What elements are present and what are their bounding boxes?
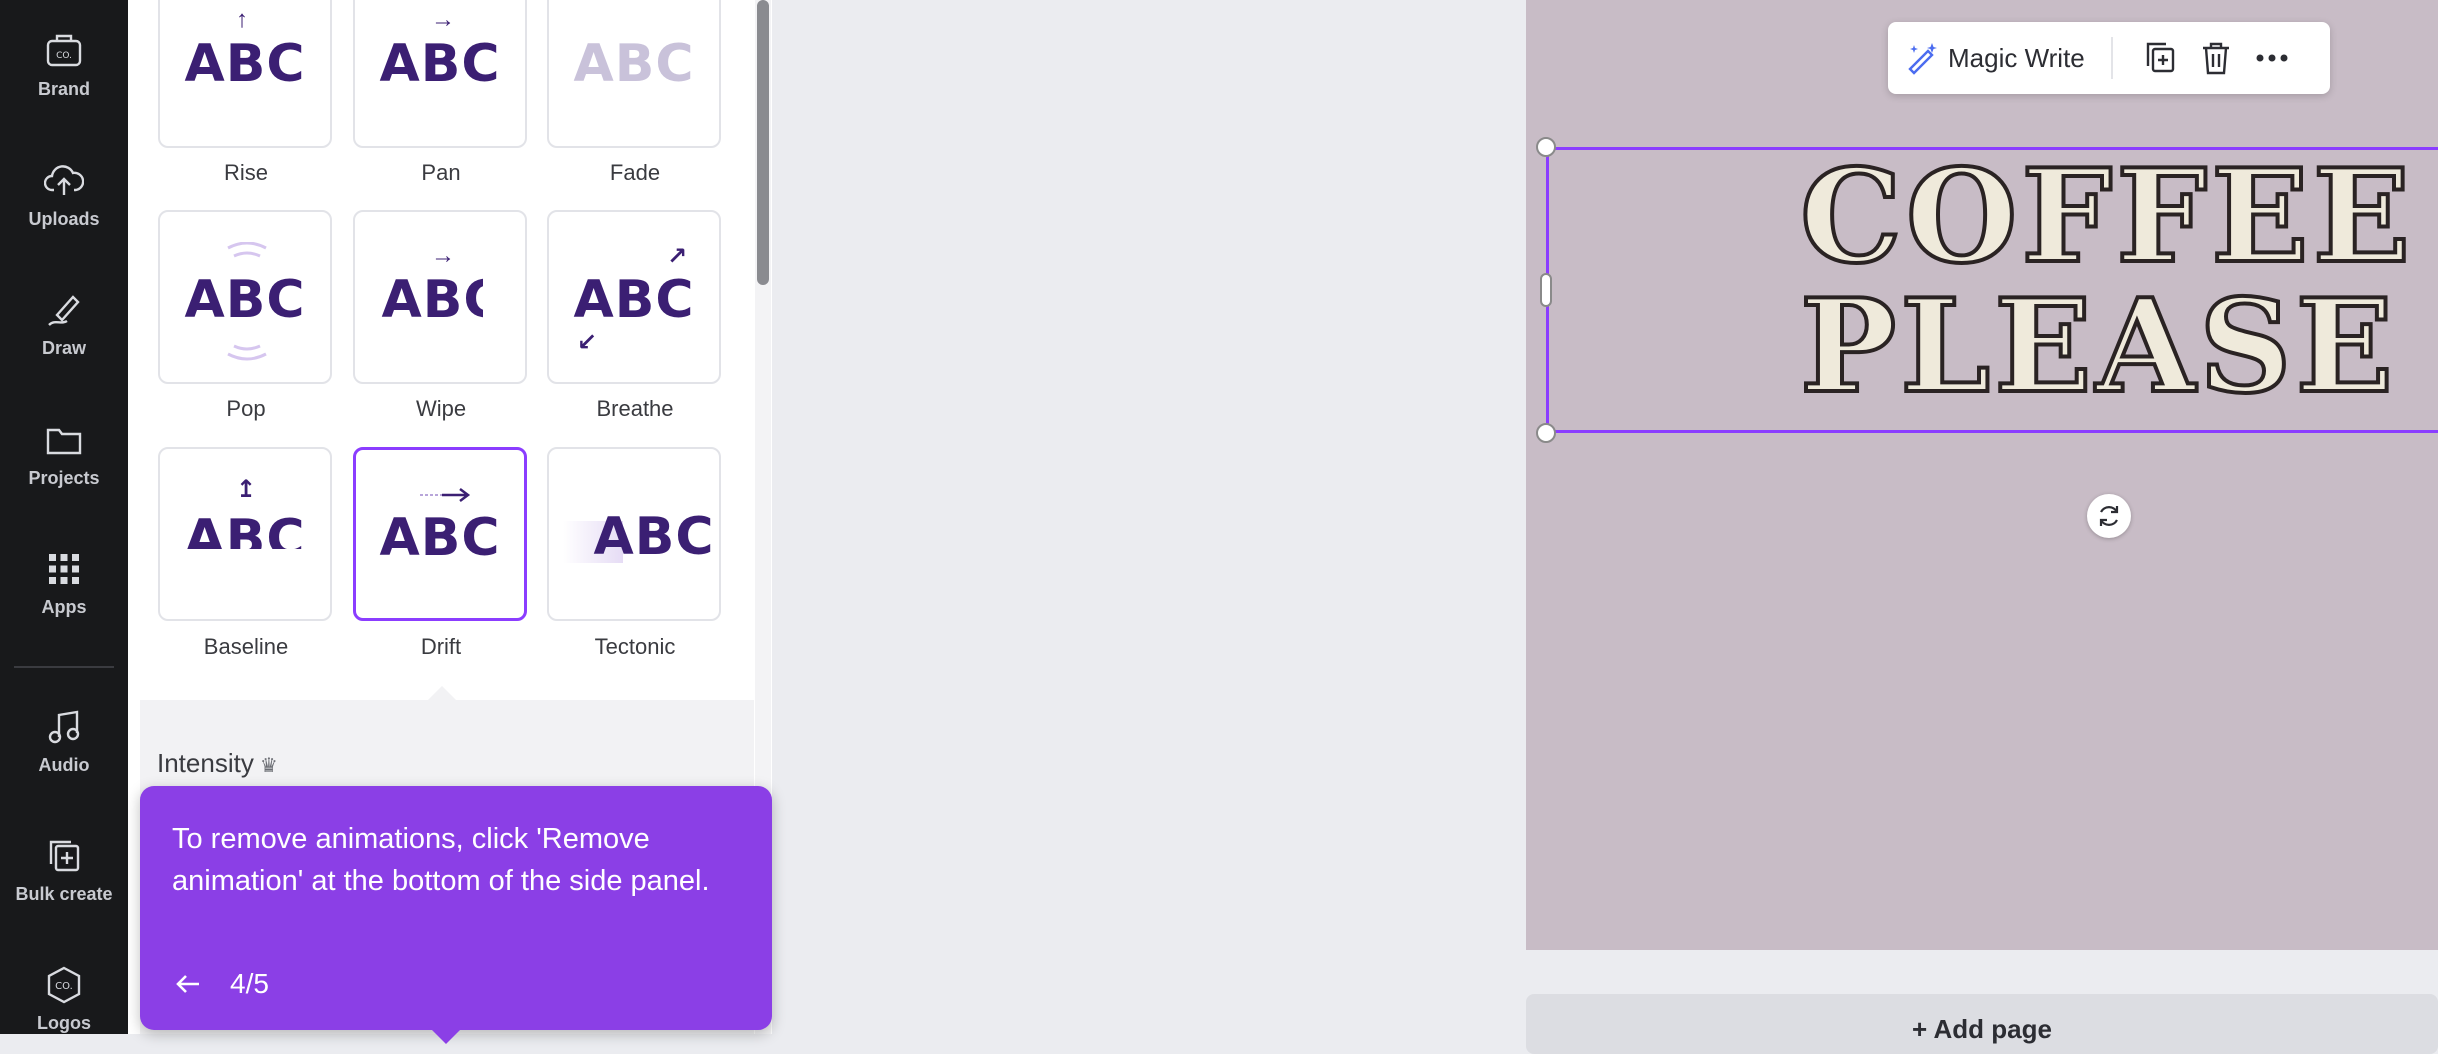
animation-card-tectonic[interactable]: ABC bbox=[547, 447, 721, 621]
brand-kit-icon: CO. bbox=[44, 31, 84, 71]
selection-notch bbox=[428, 686, 456, 700]
toolbar-divider bbox=[2110, 37, 2113, 79]
rail-label: Apps bbox=[41, 596, 87, 617]
animation-preview-text: ABC bbox=[379, 34, 501, 94]
arrow-up-bar-icon: ↥ bbox=[236, 476, 257, 503]
onboarding-tooltip: To remove animations, click 'Remove anim… bbox=[140, 786, 772, 1044]
magic-write-label: Magic Write bbox=[1948, 42, 2085, 73]
arrow-right-icon: → bbox=[431, 242, 455, 269]
pen-draw-icon bbox=[44, 290, 84, 330]
rail-item-bulk-create[interactable]: Bulk create bbox=[0, 815, 128, 925]
rail-item-apps[interactable]: Apps bbox=[0, 528, 128, 638]
bulk-create-icon bbox=[44, 836, 84, 876]
magic-write-button[interactable]: Magic Write bbox=[1904, 41, 2085, 75]
animation-label-fade: Fade bbox=[609, 160, 661, 185]
arrow-diagonal-in-icon: ↙ bbox=[577, 329, 598, 356]
left-nav-rail: CO. Brand Uploads Draw Projects Apps Aud… bbox=[0, 0, 128, 1034]
tooltip-footer: 4/5 bbox=[172, 968, 269, 1000]
animation-card-baseline[interactable]: ↥ ABC bbox=[158, 447, 332, 621]
rail-label: Bulk create bbox=[15, 883, 113, 904]
more-dots-icon bbox=[2256, 54, 2288, 62]
animation-label-wipe: Wipe bbox=[415, 396, 467, 421]
crown-pro-icon: ♛ bbox=[259, 755, 278, 777]
arrow-diagonal-out-icon: ↗ bbox=[667, 243, 688, 270]
tooltip-back-button[interactable] bbox=[172, 968, 204, 1000]
rail-item-logos[interactable]: CO. Logos bbox=[0, 944, 128, 1054]
intensity-label: Intensity bbox=[157, 748, 254, 778]
rail-item-brand[interactable]: CO. Brand bbox=[0, 10, 128, 120]
element-context-toolbar: Magic Write bbox=[1888, 22, 2330, 94]
animation-card-fade[interactable]: ABC bbox=[547, 0, 721, 148]
tooltip-tail bbox=[430, 1028, 462, 1044]
music-note-icon bbox=[44, 707, 84, 747]
animation-label-baseline: Baseline bbox=[203, 634, 289, 659]
animation-preview-text: ABC bbox=[184, 270, 306, 330]
rail-label: Audio bbox=[38, 754, 90, 775]
logo-badge-icon: CO. bbox=[44, 965, 84, 1005]
resize-handle-left[interactable] bbox=[1540, 273, 1552, 307]
rotate-icon bbox=[2099, 506, 2119, 526]
rail-label: Brand bbox=[37, 78, 90, 99]
rail-item-uploads[interactable]: Uploads bbox=[0, 140, 128, 250]
svg-text:CO.: CO. bbox=[56, 51, 72, 61]
tooltip-text: To remove animations, click 'Remove anim… bbox=[172, 823, 710, 897]
rail-label: Logos bbox=[37, 1012, 91, 1033]
animation-card-pan[interactable]: → ABC bbox=[353, 0, 527, 148]
animation-preview-text: ABC bbox=[593, 507, 715, 567]
animation-preview-text: ABC bbox=[379, 508, 501, 568]
baseline-clip: ABC bbox=[160, 509, 330, 549]
rotate-button[interactable] bbox=[2087, 494, 2131, 538]
svg-text:CO.: CO. bbox=[55, 981, 73, 992]
drift-arrow-icon bbox=[420, 488, 471, 502]
animation-card-wipe[interactable]: → ABC bbox=[353, 210, 527, 384]
cloud-upload-icon bbox=[44, 161, 84, 201]
animation-preview-text: ABC bbox=[184, 34, 306, 94]
rail-item-draw[interactable]: Draw bbox=[0, 269, 128, 379]
animation-card-drift[interactable]: ABC bbox=[353, 447, 527, 621]
animation-preview-text: ABC bbox=[573, 34, 695, 94]
arrow-left-icon bbox=[176, 975, 199, 993]
animation-preview-text: ABC bbox=[573, 270, 695, 330]
rail-item-audio[interactable]: Audio bbox=[0, 686, 128, 796]
animation-preview-text: ABC bbox=[381, 270, 483, 330]
resize-handle-top-left[interactable] bbox=[1536, 137, 1556, 157]
folder-icon bbox=[44, 420, 84, 460]
tooltip-step-counter: 4/5 bbox=[230, 968, 269, 999]
animation-label-pan: Pan bbox=[421, 160, 461, 185]
animation-card-breathe[interactable]: ↗ ABC ↙ bbox=[547, 210, 721, 384]
trash-icon bbox=[2202, 42, 2229, 75]
rail-label: Draw bbox=[41, 337, 86, 358]
rail-label: Projects bbox=[28, 467, 100, 488]
animation-card-pop[interactable]: ABC bbox=[158, 210, 332, 384]
add-page-button[interactable]: + Add page bbox=[1526, 994, 2438, 1054]
intensity-heading: Intensity ♛ bbox=[157, 748, 278, 779]
wipe-clip: ABC bbox=[355, 270, 483, 330]
rail-item-projects[interactable]: Projects bbox=[0, 399, 128, 509]
arrow-up-icon: ↑ bbox=[236, 6, 248, 33]
resize-handle-bottom-left[interactable] bbox=[1536, 423, 1556, 443]
duplicate-icon bbox=[2146, 42, 2174, 73]
selection-box bbox=[1546, 147, 2438, 433]
delete-button[interactable] bbox=[2193, 35, 2239, 81]
rail-divider bbox=[14, 666, 114, 668]
animation-label-drift: Drift bbox=[420, 634, 462, 659]
more-options-button[interactable] bbox=[2249, 35, 2295, 81]
animation-card-rise[interactable]: ↑ ABC bbox=[158, 0, 332, 148]
magic-wand-icon bbox=[1908, 43, 1937, 75]
arrow-right-icon: → bbox=[431, 6, 455, 33]
animation-label-rise: Rise bbox=[223, 160, 268, 185]
animation-label-pop: Pop bbox=[226, 396, 266, 421]
duplicate-button[interactable] bbox=[2137, 35, 2183, 81]
apps-grid-icon bbox=[44, 549, 84, 589]
panel-scrollbar-thumb[interactable] bbox=[757, 0, 769, 285]
animation-label-tectonic: Tectonic bbox=[594, 634, 676, 659]
animation-preview-text: ABC bbox=[184, 509, 306, 549]
animation-label-breathe: Breathe bbox=[596, 396, 674, 421]
rail-label: Uploads bbox=[28, 208, 100, 229]
